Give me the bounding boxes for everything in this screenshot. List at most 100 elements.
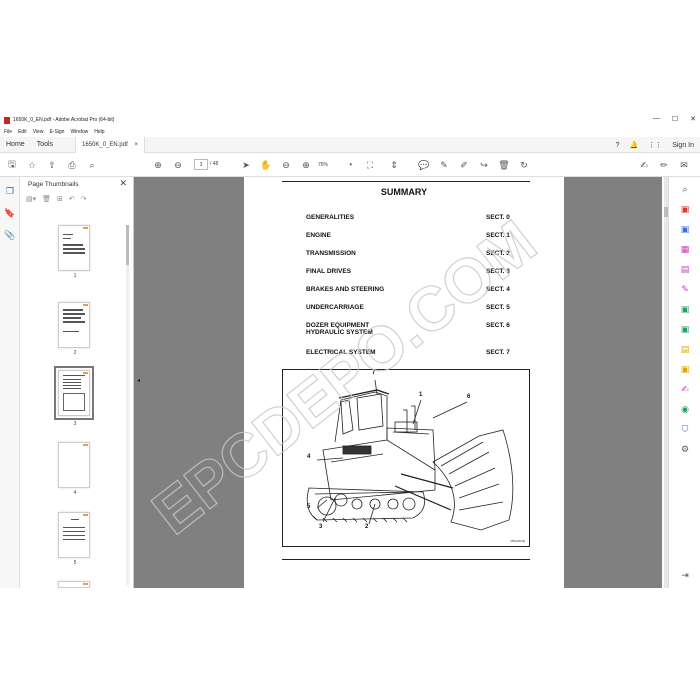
menu-edit[interactable]: Edit: [18, 129, 27, 135]
thumbnail-page-2[interactable]: [58, 302, 90, 348]
callout-1: 1: [419, 392, 423, 398]
apps-grid-icon[interactable]: ⋮⋮: [648, 141, 662, 149]
figure-code: M5L0601E: [510, 539, 525, 543]
edit-pdf-tool-icon[interactable]: ✎: [679, 283, 691, 295]
page-thumbnails-icon[interactable]: ❐: [4, 185, 16, 197]
comment-icon[interactable]: 💬: [416, 157, 432, 173]
tab-document[interactable]: 1650K_0_EN.pdf ×: [75, 136, 146, 153]
help-icon[interactable]: ?: [616, 142, 620, 149]
fit-page-icon[interactable]: ⛶: [362, 157, 378, 173]
collapse-right-pane-icon[interactable]: ⇥: [679, 569, 691, 581]
toc-row: TRANSMISSION SECT. 2: [306, 250, 516, 257]
save-icon[interactable]: 🖫: [4, 157, 20, 173]
search-icon[interactable]: ⌕: [84, 157, 100, 173]
minimize-button[interactable]: —: [653, 115, 660, 123]
comment-tool-icon[interactable]: ▤: [679, 343, 691, 355]
combine-files-icon[interactable]: ▦: [679, 243, 691, 255]
toc-title: DOZER EQUIPMENT: [306, 322, 370, 329]
thumbnail-label-1: 1: [73, 273, 77, 279]
thumbnails-scrollbar[interactable]: [126, 225, 129, 585]
menu-view[interactable]: View: [33, 129, 44, 135]
thumbnail-label-2: 2: [73, 350, 77, 356]
create-pdf-icon[interactable]: ▣: [679, 223, 691, 235]
attachments-icon[interactable]: 📎: [4, 229, 16, 241]
toc-row: ELECTRICAL SYSTEM SECT. 7: [306, 349, 516, 356]
tab-bar: Home Tools 1650K_0_EN.pdf × ? 🔔 ⋮⋮ Sign …: [0, 136, 700, 153]
crawler-dozer-illustration: [306, 379, 514, 531]
print-icon[interactable]: ⎙: [64, 157, 80, 173]
next-page-icon[interactable]: ⊖: [170, 157, 186, 173]
zoom-in-icon[interactable]: ⊕: [298, 157, 314, 173]
more-tools-icon[interactable]: ⚙: [679, 443, 691, 455]
fill-sign-icon[interactable]: ✍: [636, 157, 652, 173]
close-panel-icon[interactable]: ✕: [119, 178, 127, 189]
page-number-input[interactable]: 3: [194, 159, 208, 170]
thumbnail-delete-icon[interactable]: 🗑: [42, 195, 51, 203]
delete-icon[interactable]: 🗑: [496, 157, 512, 173]
thumbnail-label-4: 4: [73, 490, 77, 496]
toc-title: ENGINE: [306, 232, 331, 239]
maximize-button[interactable]: ☐: [672, 115, 678, 123]
edit-pdf-icon[interactable]: ✏: [656, 157, 672, 173]
export-pdf-icon[interactable]: ▣: [679, 203, 691, 215]
select-cursor-icon[interactable]: ➤: [238, 157, 254, 173]
tab-home[interactable]: Home: [0, 137, 31, 153]
acrobat-logo-icon: [4, 116, 10, 124]
share-icon[interactable]: ↪: [476, 157, 492, 173]
stamp-icon[interactable]: ▣: [679, 363, 691, 375]
toc-section: SECT. 5: [486, 304, 510, 311]
tab-close-icon[interactable]: ×: [135, 142, 139, 148]
thumbnail-page-4[interactable]: [58, 442, 90, 488]
tab-tools[interactable]: Tools: [31, 137, 59, 153]
close-window-button[interactable]: ✕: [690, 115, 696, 123]
thumbnail-page-5[interactable]: [58, 512, 90, 558]
thumbnail-page-6-partial[interactable]: [58, 581, 90, 588]
highlight-pen-icon[interactable]: ✎: [436, 157, 452, 173]
toc-title: ELECTRICAL SYSTEM: [306, 349, 376, 356]
upload-icon[interactable]: ⇪: [44, 157, 60, 173]
draw-icon[interactable]: ✐: [456, 157, 472, 173]
bookmarks-icon[interactable]: 🔖: [4, 207, 16, 219]
zoom-value: 75%: [318, 162, 329, 168]
menu-help[interactable]: Help: [94, 129, 104, 135]
callout-4: 4: [307, 454, 311, 460]
menu-esign[interactable]: E-Sign: [49, 129, 64, 135]
thumbnail-redo-icon[interactable]: ↷: [81, 195, 87, 203]
hand-tool-icon[interactable]: ✋: [258, 157, 274, 173]
thumbnail-undo-icon[interactable]: ↶: [69, 195, 75, 203]
thumbnails-header: Page Thumbnails: [28, 181, 79, 188]
email-icon[interactable]: ✉: [676, 157, 692, 173]
bookmark-star-icon[interactable]: ☆: [24, 157, 40, 173]
fill-sign-tool-icon[interactable]: ✍: [679, 383, 691, 395]
thumbnail-page-1[interactable]: [58, 225, 90, 271]
top-rule: [282, 181, 530, 182]
menu-window[interactable]: Window: [70, 129, 88, 135]
redact-icon[interactable]: ▣: [679, 323, 691, 335]
document-viewer[interactable]: ◂ SUMMARY GENERALITIES SECT. 0 ENGINE SE…: [134, 177, 668, 588]
toc-section: SECT. 6: [486, 322, 510, 329]
menu-file[interactable]: File: [4, 129, 12, 135]
thumbnail-label-5: 5: [73, 560, 77, 566]
dozer-figure: 7 1 6 4 5 3 2 M5L0601E: [282, 369, 530, 547]
zoom-caret-icon: ▾: [349, 162, 352, 168]
thumbnail-options-icon[interactable]: ▤▾: [26, 195, 36, 203]
protect-icon[interactable]: ◉: [679, 403, 691, 415]
thumbnail-page-3[interactable]: [54, 366, 94, 420]
toc-section: SECT. 4: [486, 286, 510, 293]
menu-bar: File Edit View E-Sign Window Help: [0, 127, 700, 137]
collapse-panel-icon[interactable]: ◂: [137, 377, 140, 384]
toc-row: FINAL DRIVES SECT. 3: [306, 268, 516, 275]
sign-in-button[interactable]: Sign In: [672, 142, 694, 149]
zoom-out-icon[interactable]: ⊖: [278, 157, 294, 173]
scroll-mode-icon[interactable]: ⇕: [386, 157, 402, 173]
organize-pages-icon[interactable]: ▤: [679, 263, 691, 275]
shield-icon[interactable]: ⛉: [679, 423, 691, 435]
compress-icon[interactable]: ▣: [679, 303, 691, 315]
toc-section: SECT. 7: [486, 349, 510, 356]
search-tool-icon[interactable]: ⌕: [679, 183, 691, 195]
thumbnail-insert-icon[interactable]: ⊞: [57, 195, 63, 203]
previous-page-icon[interactable]: ⊕: [150, 157, 166, 173]
rotate-icon[interactable]: ↻: [516, 157, 532, 173]
zoom-select[interactable]: 75% ▾: [318, 160, 352, 170]
notifications-icon[interactable]: 🔔: [629, 141, 638, 149]
